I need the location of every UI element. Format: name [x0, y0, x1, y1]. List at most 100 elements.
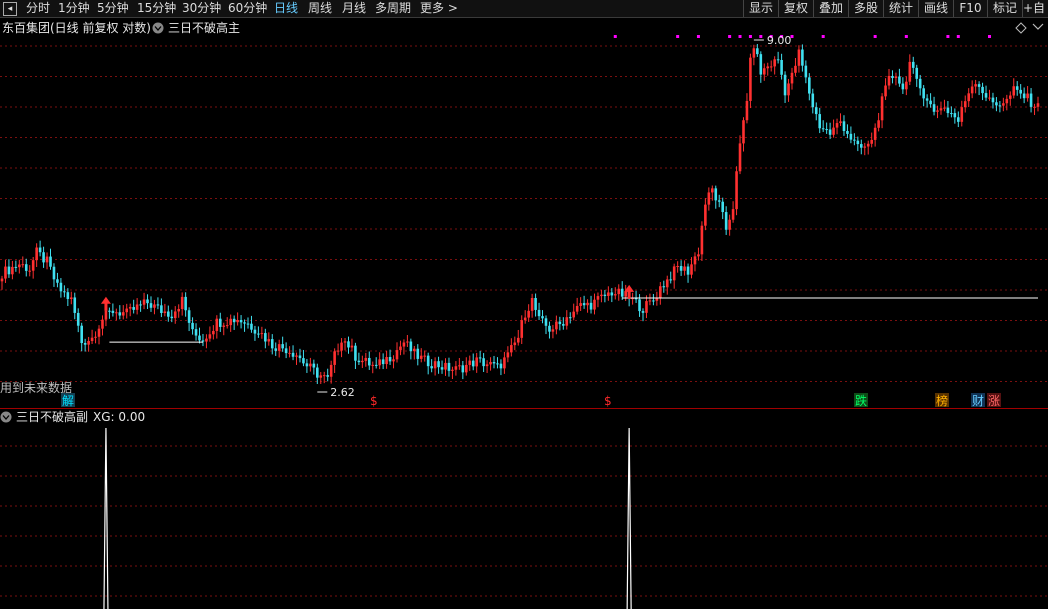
candle-body — [693, 256, 697, 265]
candle-body — [537, 309, 541, 317]
candle-body — [208, 334, 212, 339]
period-tab-30min[interactable]: 30分钟 — [182, 0, 221, 17]
candle-body — [288, 352, 291, 354]
candle-body — [970, 86, 974, 94]
kline-chart[interactable]: 东百集团(日线 前复权 对数) 三日不破高主 9.00 2.62 用到未来数据 … — [0, 18, 1048, 609]
candle-body — [232, 318, 236, 323]
future-dot — [759, 35, 763, 38]
candle-body — [943, 107, 946, 109]
candle-body — [170, 316, 174, 319]
candle-body — [891, 75, 894, 79]
candle-body — [316, 367, 319, 378]
period-tab-monthly[interactable]: 月线 — [342, 0, 366, 17]
adjust-button[interactable]: 复权 — [778, 0, 813, 17]
event-marker: 涨 — [987, 393, 1001, 408]
event-marker: 榜 — [935, 393, 949, 408]
candle-body — [471, 360, 475, 367]
candle-body — [156, 304, 160, 306]
candle-body — [222, 325, 226, 327]
candle-body — [305, 363, 309, 367]
candle-body — [967, 93, 971, 102]
candle-body — [291, 352, 295, 357]
candle-body — [839, 121, 842, 124]
chevron-down-icon[interactable] — [1032, 23, 1044, 30]
grid-lines — [0, 45, 1048, 597]
period-tab-60min[interactable]: 60分钟 — [228, 0, 267, 17]
candle-body — [218, 318, 222, 327]
candle-body — [721, 201, 724, 213]
candle-body — [31, 260, 35, 271]
candle-body — [981, 86, 984, 94]
candle-body — [277, 344, 281, 351]
candle-body — [995, 102, 998, 106]
candle-body — [357, 360, 361, 363]
period-tab-5min[interactable]: 5分钟 — [97, 0, 129, 17]
candle-body — [309, 363, 312, 367]
add-favorite-button[interactable]: +自选 — [1022, 0, 1048, 17]
candle-body — [416, 348, 420, 359]
candle-body — [503, 357, 506, 369]
sub-indicator-dropdown-icon[interactable] — [0, 411, 12, 423]
candle-body — [1029, 93, 1033, 107]
candle-body — [946, 107, 950, 114]
candle-body — [312, 363, 316, 368]
candle-body — [953, 113, 957, 118]
candle-body — [475, 357, 478, 367]
period-tab-15min[interactable]: 15分钟 — [137, 0, 176, 17]
statistics-button[interactable]: 统计 — [883, 0, 918, 17]
candle-body — [489, 362, 492, 365]
candle-body — [49, 256, 52, 267]
candle-body — [523, 317, 527, 321]
candle-body — [551, 329, 555, 332]
mark-button[interactable]: 标记 — [987, 0, 1022, 17]
future-data-note: 用到未来数据 — [0, 380, 72, 395]
candle-body — [90, 337, 94, 342]
candle-body — [56, 279, 59, 283]
candle-body — [506, 352, 510, 358]
candle-body — [548, 325, 551, 332]
candle-body — [167, 311, 170, 317]
candle-body — [180, 296, 184, 310]
square-back-icon[interactable]: ◂ — [3, 2, 17, 16]
indicator-dropdown-icon[interactable] — [152, 22, 164, 34]
candle-body — [45, 256, 49, 263]
event-marker-text: $ — [370, 394, 378, 408]
period-tab-more[interactable]: 更多 > — [420, 0, 458, 17]
candle-body — [575, 305, 579, 312]
overlay-button[interactable]: 叠加 — [813, 0, 848, 17]
candle-body — [659, 286, 662, 298]
multi-stock-button[interactable]: 多股 — [848, 0, 883, 17]
candle-body — [4, 266, 7, 279]
future-dot — [738, 35, 742, 38]
candle-body — [728, 219, 731, 230]
future-dot — [946, 35, 950, 38]
candle-body — [624, 291, 627, 297]
event-marker-text: 解 — [62, 394, 74, 408]
period-tab-daily[interactable]: 日线 — [274, 0, 298, 17]
candle-body — [808, 77, 811, 94]
period-tab-fenshi[interactable]: 分时 — [26, 0, 50, 17]
candle-body — [336, 350, 340, 352]
future-dot — [987, 35, 991, 38]
period-tab-1min[interactable]: 1分钟 — [58, 0, 90, 17]
future-dot — [748, 35, 752, 38]
candle-body — [0, 278, 4, 282]
future-dot — [904, 35, 908, 38]
f10-button[interactable]: F10 — [953, 0, 987, 17]
display-button[interactable]: 显示 — [743, 0, 778, 17]
event-marker: 解 — [61, 393, 75, 408]
candle-body — [801, 49, 804, 66]
candle-body — [600, 294, 603, 297]
candle-body — [146, 299, 149, 304]
draw-line-button[interactable]: 画线 — [918, 0, 953, 17]
candle-body — [828, 129, 832, 135]
candle-body — [485, 364, 489, 367]
candle-body — [451, 369, 454, 371]
candle-body — [270, 339, 274, 349]
candle-body — [464, 364, 468, 373]
period-tab-multi[interactable]: 多周期 — [375, 0, 411, 17]
event-markers: 解 $ $ 跌 榜 财涨 — [61, 393, 1001, 408]
diamond-icon[interactable] — [1015, 22, 1027, 34]
period-tab-weekly[interactable]: 周线 — [308, 0, 332, 17]
candle-body — [194, 329, 198, 336]
